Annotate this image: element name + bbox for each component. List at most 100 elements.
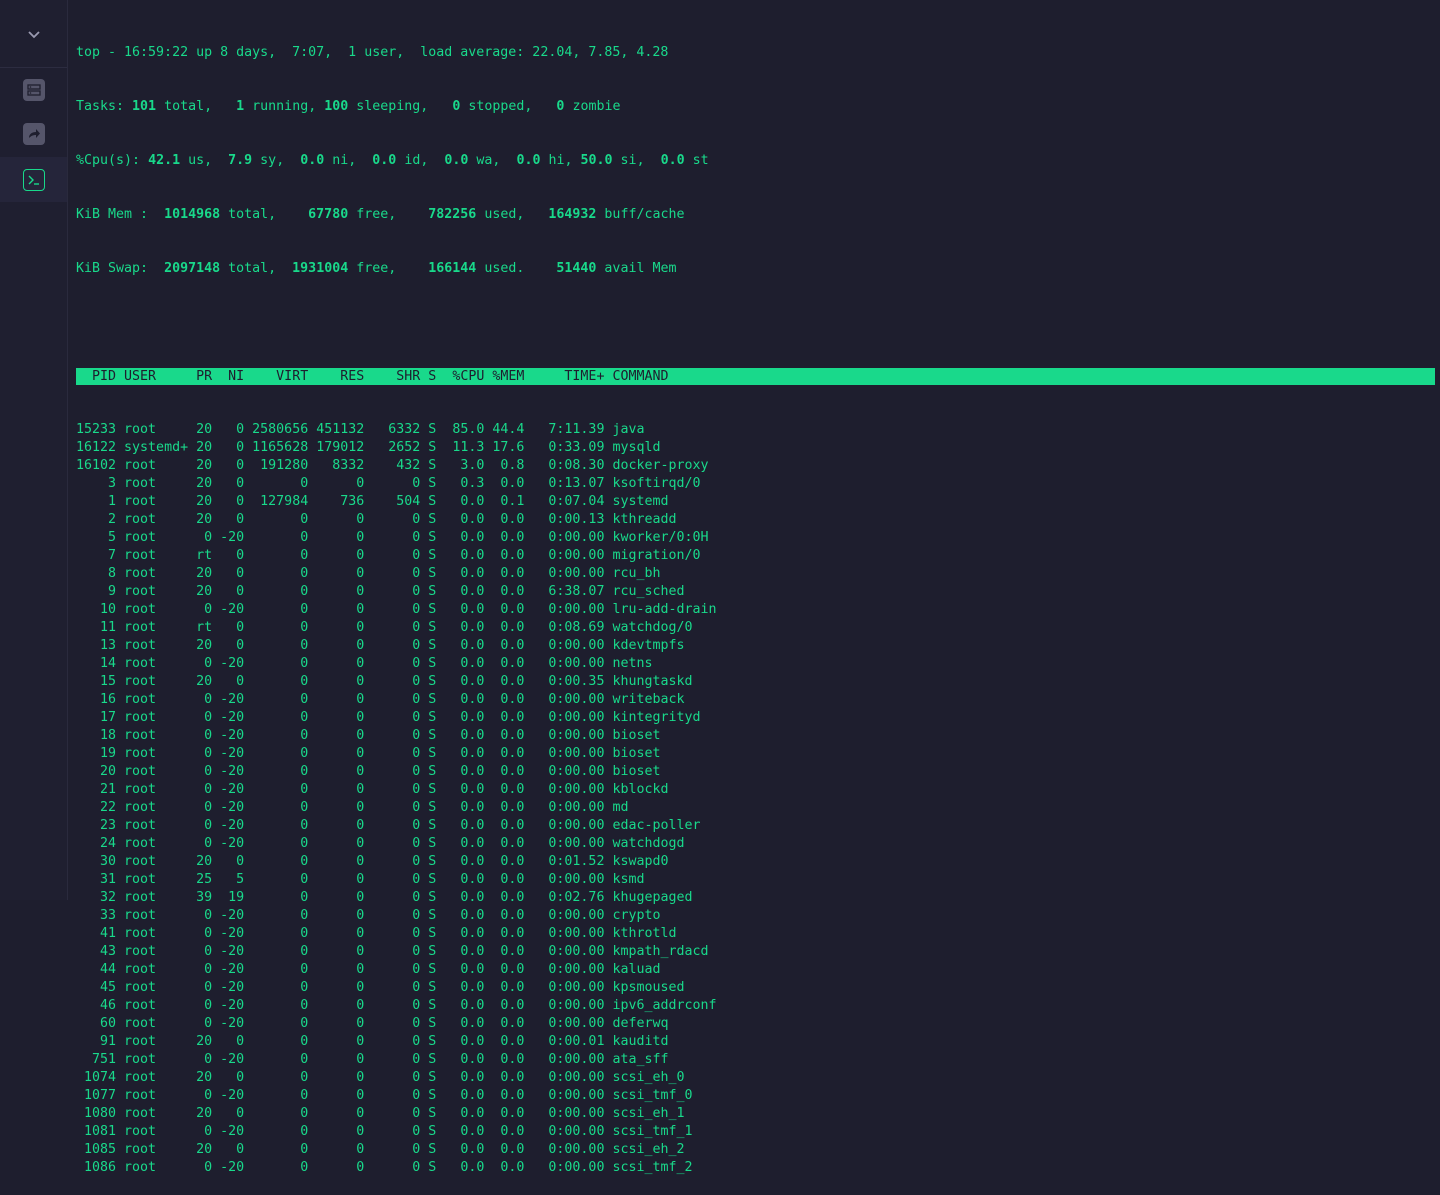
process-row[interactable]: 8 root 20 0 0 0 0 S 0.0 0.0 0:00.00 rcu_… xyxy=(76,565,1435,583)
process-row[interactable]: 31 root 25 5 0 0 0 S 0.0 0.0 0:00.00 ksm… xyxy=(76,871,1435,889)
cell-shr: 0 xyxy=(364,530,421,545)
cell-mem: 0.0 xyxy=(484,944,525,959)
process-row[interactable]: 1 root 20 0 127984 736 504 S 0.0 0.1 0:0… xyxy=(76,493,1435,511)
cell-user: root xyxy=(116,926,189,941)
cell-mem: 0.0 xyxy=(484,854,525,869)
cell-time: 0:00.00 xyxy=(524,908,605,923)
process-row[interactable]: 11 root rt 0 0 0 0 S 0.0 0.0 0:08.69 wat… xyxy=(76,619,1435,637)
cell-command: docker-proxy xyxy=(604,458,709,473)
process-row[interactable]: 23 root 0 -20 0 0 0 S 0.0 0.0 0:00.00 ed… xyxy=(76,817,1435,835)
process-row[interactable]: 44 root 0 -20 0 0 0 S 0.0 0.0 0:00.00 ka… xyxy=(76,961,1435,979)
process-row[interactable]: 21 root 0 -20 0 0 0 S 0.0 0.0 0:00.00 kb… xyxy=(76,781,1435,799)
sidebar-item-servers[interactable] xyxy=(0,68,67,112)
process-row[interactable]: 16102 root 20 0 191280 8332 432 S 3.0 0.… xyxy=(76,457,1435,475)
cell-s: S xyxy=(420,800,437,815)
process-row[interactable]: 15 root 20 0 0 0 0 S 0.0 0.0 0:00.35 khu… xyxy=(76,673,1435,691)
process-row[interactable]: 18 root 0 -20 0 0 0 S 0.0 0.0 0:00.00 bi… xyxy=(76,727,1435,745)
process-row[interactable]: 9 root 20 0 0 0 0 S 0.0 0.0 6:38.07 rcu_… xyxy=(76,583,1435,601)
process-table-header: PID USER PR NI VIRT RES SHR S %CPU %MEM … xyxy=(76,368,1435,385)
process-row[interactable]: 24 root 0 -20 0 0 0 S 0.0 0.0 0:00.00 wa… xyxy=(76,835,1435,853)
sidebar-item-forwarding[interactable] xyxy=(0,112,67,156)
process-row[interactable]: 17 root 0 -20 0 0 0 S 0.0 0.0 0:00.00 ki… xyxy=(76,709,1435,727)
process-row[interactable]: 16122 systemd+ 20 0 1165628 179012 2652 … xyxy=(76,439,1435,457)
cell-pid: 3 xyxy=(76,476,117,491)
cell-virt: 0 xyxy=(244,602,309,617)
process-row[interactable]: 32 root 39 19 0 0 0 S 0.0 0.0 0:02.76 kh… xyxy=(76,889,1435,907)
cell-shr: 0 xyxy=(364,1106,421,1121)
process-row[interactable]: 60 root 0 -20 0 0 0 S 0.0 0.0 0:00.00 de… xyxy=(76,1015,1435,1033)
process-row[interactable]: 46 root 0 -20 0 0 0 S 0.0 0.0 0:00.00 ip… xyxy=(76,997,1435,1015)
process-row[interactable]: 10 root 0 -20 0 0 0 S 0.0 0.0 0:00.00 lr… xyxy=(76,601,1435,619)
process-row[interactable]: 41 root 0 -20 0 0 0 S 0.0 0.0 0:00.00 kt… xyxy=(76,925,1435,943)
cell-mem: 0.0 xyxy=(484,1106,525,1121)
chevron-down-icon xyxy=(27,24,40,43)
cell-time: 0:00.00 xyxy=(524,638,605,653)
cell-pr: 0 xyxy=(188,656,213,671)
cell-mem: 0.0 xyxy=(484,818,525,833)
process-row[interactable]: 13 root 20 0 0 0 0 S 0.0 0.0 0:00.00 kde… xyxy=(76,637,1435,655)
cell-mem: 0.0 xyxy=(484,1016,525,1031)
cell-mem: 0.0 xyxy=(484,890,525,905)
cell-user: root xyxy=(116,458,189,473)
cell-command: lru-add-drain xyxy=(604,602,717,617)
cell-ni: 0 xyxy=(212,458,245,473)
column-header-shr: SHR xyxy=(364,369,421,384)
process-row[interactable]: 45 root 0 -20 0 0 0 S 0.0 0.0 0:00.00 kp… xyxy=(76,979,1435,997)
process-row[interactable]: 19 root 0 -20 0 0 0 S 0.0 0.0 0:00.00 bi… xyxy=(76,745,1435,763)
process-row[interactable]: 1080 root 20 0 0 0 0 S 0.0 0.0 0:00.00 s… xyxy=(76,1105,1435,1123)
process-row[interactable]: 20 root 0 -20 0 0 0 S 0.0 0.0 0:00.00 bi… xyxy=(76,763,1435,781)
cell-shr: 0 xyxy=(364,1052,421,1067)
cell-virt: 0 xyxy=(244,728,309,743)
process-row[interactable]: 1081 root 0 -20 0 0 0 S 0.0 0.0 0:00.00 … xyxy=(76,1123,1435,1141)
cell-mem: 0.0 xyxy=(484,1052,525,1067)
cell-time: 0:00.00 xyxy=(524,1142,605,1157)
cell-user: root xyxy=(116,1160,189,1175)
cell-pid: 13 xyxy=(76,638,117,653)
process-row[interactable]: 5 root 0 -20 0 0 0 S 0.0 0.0 0:00.00 kwo… xyxy=(76,529,1435,547)
process-row[interactable]: 1086 root 0 -20 0 0 0 S 0.0 0.0 0:00.00 … xyxy=(76,1159,1435,1177)
cell-shr: 0 xyxy=(364,710,421,725)
cell-command: kpsmoused xyxy=(604,980,685,995)
cell-time: 0:00.00 xyxy=(524,530,605,545)
cell-res: 0 xyxy=(308,1034,365,1049)
process-row[interactable]: 751 root 0 -20 0 0 0 S 0.0 0.0 0:00.00 a… xyxy=(76,1051,1435,1069)
cell-virt: 0 xyxy=(244,566,309,581)
process-row[interactable]: 1074 root 20 0 0 0 0 S 0.0 0.0 0:00.00 s… xyxy=(76,1069,1435,1087)
cell-res: 0 xyxy=(308,512,365,527)
process-row[interactable]: 43 root 0 -20 0 0 0 S 0.0 0.0 0:00.00 km… xyxy=(76,943,1435,961)
process-row[interactable]: 7 root rt 0 0 0 0 S 0.0 0.0 0:00.00 migr… xyxy=(76,547,1435,565)
cell-command: kthrotld xyxy=(604,926,677,941)
cell-user: root xyxy=(116,890,189,905)
process-row[interactable]: 30 root 20 0 0 0 0 S 0.0 0.0 0:01.52 ksw… xyxy=(76,853,1435,871)
cell-res: 0 xyxy=(308,638,365,653)
cell-ni: -20 xyxy=(212,728,245,743)
process-row[interactable]: 91 root 20 0 0 0 0 S 0.0 0.0 0:00.01 kau… xyxy=(76,1033,1435,1051)
process-row[interactable]: 3 root 20 0 0 0 0 S 0.3 0.0 0:13.07 ksof… xyxy=(76,475,1435,493)
cell-ni: 0 xyxy=(212,1106,245,1121)
process-row[interactable]: 14 root 0 -20 0 0 0 S 0.0 0.0 0:00.00 ne… xyxy=(76,655,1435,673)
cell-shr: 0 xyxy=(364,908,421,923)
cell-cpu: 3.0 xyxy=(436,458,485,473)
process-row[interactable]: 1085 root 20 0 0 0 0 S 0.0 0.0 0:00.00 s… xyxy=(76,1141,1435,1159)
sidebar-item-terminal[interactable] xyxy=(0,157,67,202)
cell-pid: 5 xyxy=(76,530,117,545)
process-row[interactable]: 1077 root 0 -20 0 0 0 S 0.0 0.0 0:00.00 … xyxy=(76,1087,1435,1105)
cell-cpu: 0.0 xyxy=(436,1070,485,1085)
cell-time: 0:00.00 xyxy=(524,944,605,959)
collapse-button[interactable] xyxy=(0,0,67,68)
cell-command: kmpath_rdacd xyxy=(604,944,709,959)
terminal-output[interactable]: top - 16:59:22 up 8 days, 7:07, 1 user, … xyxy=(76,8,1435,1195)
cell-virt: 0 xyxy=(244,800,309,815)
cell-mem: 0.0 xyxy=(484,674,525,689)
cell-s: S xyxy=(420,1052,437,1067)
cell-s: S xyxy=(420,1088,437,1103)
cell-ni: -20 xyxy=(212,530,245,545)
process-row[interactable]: 2 root 20 0 0 0 0 S 0.0 0.0 0:00.13 kthr… xyxy=(76,511,1435,529)
cell-cpu: 0.0 xyxy=(436,908,485,923)
cell-user: root xyxy=(116,1142,189,1157)
process-row[interactable]: 15233 root 20 0 2580656 451132 6332 S 85… xyxy=(76,421,1435,439)
process-row[interactable]: 33 root 0 -20 0 0 0 S 0.0 0.0 0:00.00 cr… xyxy=(76,907,1435,925)
process-row[interactable]: 16 root 0 -20 0 0 0 S 0.0 0.0 0:00.00 wr… xyxy=(76,691,1435,709)
cell-pid: 2 xyxy=(76,512,117,527)
process-row[interactable]: 22 root 0 -20 0 0 0 S 0.0 0.0 0:00.00 md xyxy=(76,799,1435,817)
